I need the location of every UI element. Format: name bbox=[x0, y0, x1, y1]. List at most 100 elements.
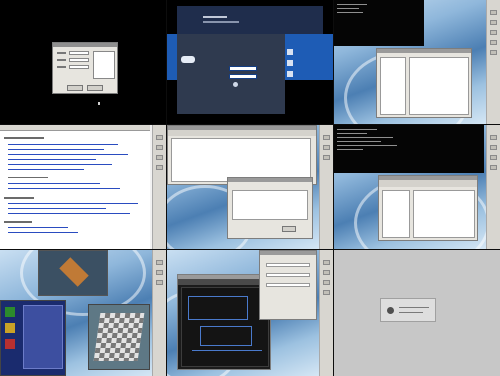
page-link[interactable] bbox=[8, 159, 96, 160]
panel-button[interactable] bbox=[323, 155, 330, 160]
editor-toolbar[interactable] bbox=[168, 130, 316, 136]
page-link[interactable] bbox=[8, 188, 120, 189]
panel-button[interactable] bbox=[156, 260, 163, 265]
dialog-titlebar[interactable] bbox=[228, 178, 312, 182]
puzzle-game-window[interactable] bbox=[0, 300, 66, 376]
page-link[interactable] bbox=[8, 213, 130, 214]
session-icon[interactable] bbox=[287, 49, 293, 55]
page-link[interactable] bbox=[8, 183, 100, 184]
panel-button[interactable] bbox=[490, 145, 497, 150]
panel-button[interactable] bbox=[323, 135, 330, 140]
page-link[interactable] bbox=[8, 203, 138, 204]
schematic-editor-window[interactable] bbox=[177, 274, 271, 370]
panel-button[interactable] bbox=[156, 270, 163, 275]
chess-game-window[interactable] bbox=[88, 304, 150, 370]
properties-field[interactable] bbox=[266, 283, 310, 287]
terminal-window[interactable] bbox=[334, 0, 424, 46]
terminal-text-line bbox=[337, 149, 363, 150]
manager-toolbar[interactable] bbox=[379, 180, 477, 187]
properties-field[interactable] bbox=[266, 263, 310, 267]
mouse-cursor-icon bbox=[98, 102, 100, 105]
username-label bbox=[57, 52, 66, 54]
session-select[interactable] bbox=[69, 65, 89, 69]
language-icon[interactable] bbox=[287, 60, 293, 66]
terminal-window[interactable] bbox=[334, 125, 484, 173]
tile-login-dialog bbox=[0, 0, 166, 124]
panel-button[interactable] bbox=[323, 145, 330, 150]
login-dialog-titlebar[interactable] bbox=[53, 43, 117, 47]
panel-button[interactable] bbox=[323, 260, 330, 265]
panel-button[interactable] bbox=[156, 165, 163, 170]
manager-window[interactable] bbox=[378, 175, 478, 241]
text-editor-window[interactable] bbox=[167, 125, 317, 185]
panel-button[interactable] bbox=[156, 135, 163, 140]
user-list[interactable] bbox=[93, 51, 115, 79]
isometric-board[interactable] bbox=[59, 257, 89, 287]
file-manager-titlebar[interactable] bbox=[377, 49, 471, 53]
username-input[interactable] bbox=[69, 51, 89, 55]
game-piece-icon bbox=[5, 323, 15, 333]
login-dialog[interactable] bbox=[52, 42, 118, 94]
tile-terminal-manager bbox=[334, 125, 500, 249]
shutdown-icon[interactable] bbox=[233, 82, 238, 87]
manager-list[interactable] bbox=[413, 190, 475, 238]
page-link[interactable] bbox=[8, 164, 112, 165]
login-button[interactable] bbox=[67, 85, 83, 91]
panel-button[interactable] bbox=[490, 20, 497, 25]
chess-board[interactable] bbox=[93, 313, 145, 361]
panel-button[interactable] bbox=[323, 270, 330, 275]
page-link[interactable] bbox=[8, 232, 78, 233]
panel-button[interactable] bbox=[323, 290, 330, 295]
restart-icon[interactable] bbox=[287, 71, 293, 77]
page-link[interactable] bbox=[8, 149, 104, 150]
terminal-text-line bbox=[337, 141, 381, 142]
editor-text-area[interactable] bbox=[171, 138, 311, 182]
panel-button[interactable] bbox=[490, 40, 497, 45]
schematic-toolbar[interactable] bbox=[178, 279, 270, 285]
password-input[interactable] bbox=[229, 74, 257, 79]
username-input[interactable] bbox=[229, 66, 257, 71]
message-text-line bbox=[399, 312, 423, 313]
file-manager-window[interactable] bbox=[376, 48, 472, 118]
page-link[interactable] bbox=[8, 169, 84, 170]
terminal-text-line bbox=[337, 137, 393, 138]
page-link[interactable] bbox=[8, 144, 118, 145]
tile-editor-dialog bbox=[167, 125, 333, 249]
password-label bbox=[57, 59, 66, 61]
properties-titlebar[interactable] bbox=[260, 251, 316, 255]
panel-button[interactable] bbox=[156, 155, 163, 160]
page-link[interactable] bbox=[8, 208, 106, 209]
dialog-table[interactable] bbox=[232, 190, 308, 220]
login-welcome-line bbox=[203, 16, 227, 18]
panel-button[interactable] bbox=[490, 155, 497, 160]
file-manager-list[interactable] bbox=[409, 57, 469, 115]
message-box[interactable] bbox=[380, 298, 436, 322]
page-link[interactable] bbox=[8, 154, 128, 155]
panel-button[interactable] bbox=[490, 10, 497, 15]
panel-button[interactable] bbox=[490, 30, 497, 35]
cancel-button[interactable] bbox=[87, 85, 103, 91]
panel-button[interactable] bbox=[490, 135, 497, 140]
tile-graphical-login bbox=[167, 0, 333, 124]
right-side-panel bbox=[152, 250, 166, 376]
terminal-text-line bbox=[337, 145, 397, 146]
info-icon bbox=[387, 307, 394, 314]
properties-window[interactable] bbox=[259, 250, 317, 320]
panel-button[interactable] bbox=[323, 280, 330, 285]
dialog-ok-button[interactable] bbox=[282, 226, 296, 232]
schematic-canvas[interactable] bbox=[181, 287, 269, 367]
file-manager-tree[interactable] bbox=[380, 57, 406, 115]
panel-button[interactable] bbox=[490, 50, 497, 55]
terminal-text-line bbox=[337, 8, 359, 9]
properties-field[interactable] bbox=[266, 273, 310, 277]
game-board[interactable] bbox=[23, 305, 63, 369]
login-welcome-line-2 bbox=[203, 21, 239, 23]
dialog-window[interactable] bbox=[227, 177, 313, 239]
panel-button[interactable] bbox=[156, 280, 163, 285]
password-input[interactable] bbox=[69, 58, 89, 62]
panel-button[interactable] bbox=[156, 145, 163, 150]
page-link[interactable] bbox=[8, 227, 68, 228]
panel-button[interactable] bbox=[490, 165, 497, 170]
manager-tree[interactable] bbox=[382, 190, 410, 238]
isometric-game-window[interactable] bbox=[38, 250, 108, 296]
